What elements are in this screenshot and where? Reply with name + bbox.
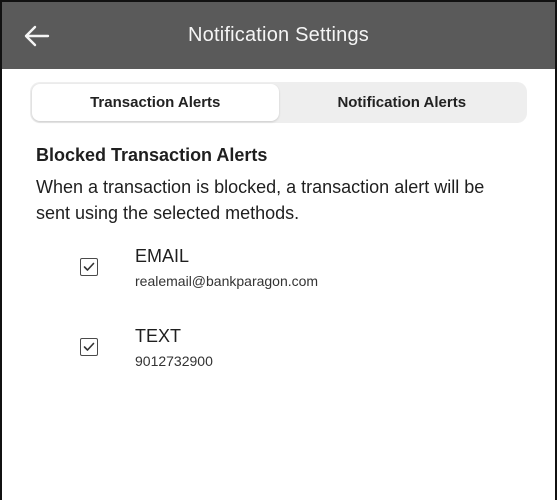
checkmark-icon	[83, 262, 95, 271]
tab-notification-alerts[interactable]: Notification Alerts	[279, 84, 526, 121]
blocked-alerts-section: Blocked Transaction Alerts When a transa…	[2, 123, 555, 405]
segmented-tabs: Transaction Alerts Notification Alerts	[30, 82, 527, 123]
method-text: TEXT 9012732900	[36, 325, 521, 405]
app-frame: Notification Settings Transaction Alerts…	[0, 0, 557, 500]
page-title: Notification Settings	[188, 24, 369, 46]
arrow-left-icon	[24, 25, 50, 46]
app-header: Notification Settings	[2, 2, 555, 69]
phone-number: 9012732900	[135, 353, 213, 369]
email-label: EMAIL	[135, 246, 190, 266]
checkmark-icon	[83, 342, 95, 351]
section-description: When a transaction is blocked, a transac…	[36, 177, 485, 223]
method-email: EMAIL realemail@bankparagon.com	[36, 245, 521, 325]
email-address: realemail@bankparagon.com	[135, 273, 319, 289]
method-text-text: TEXT 9012732900	[135, 325, 213, 369]
tabs-wrapper: Transaction Alerts Notification Alerts	[2, 69, 555, 123]
text-label: TEXT	[135, 326, 182, 346]
tab-transaction-alerts[interactable]: Transaction Alerts	[32, 84, 279, 121]
text-checkbox[interactable]	[80, 338, 98, 356]
back-button[interactable]	[20, 19, 54, 53]
email-checkbox[interactable]	[80, 258, 98, 276]
method-email-text: EMAIL realemail@bankparagon.com	[135, 245, 318, 289]
methods-list: EMAIL realemail@bankparagon.com TEXT 901…	[36, 245, 521, 405]
section-title: Blocked Transaction Alerts	[36, 145, 268, 165]
